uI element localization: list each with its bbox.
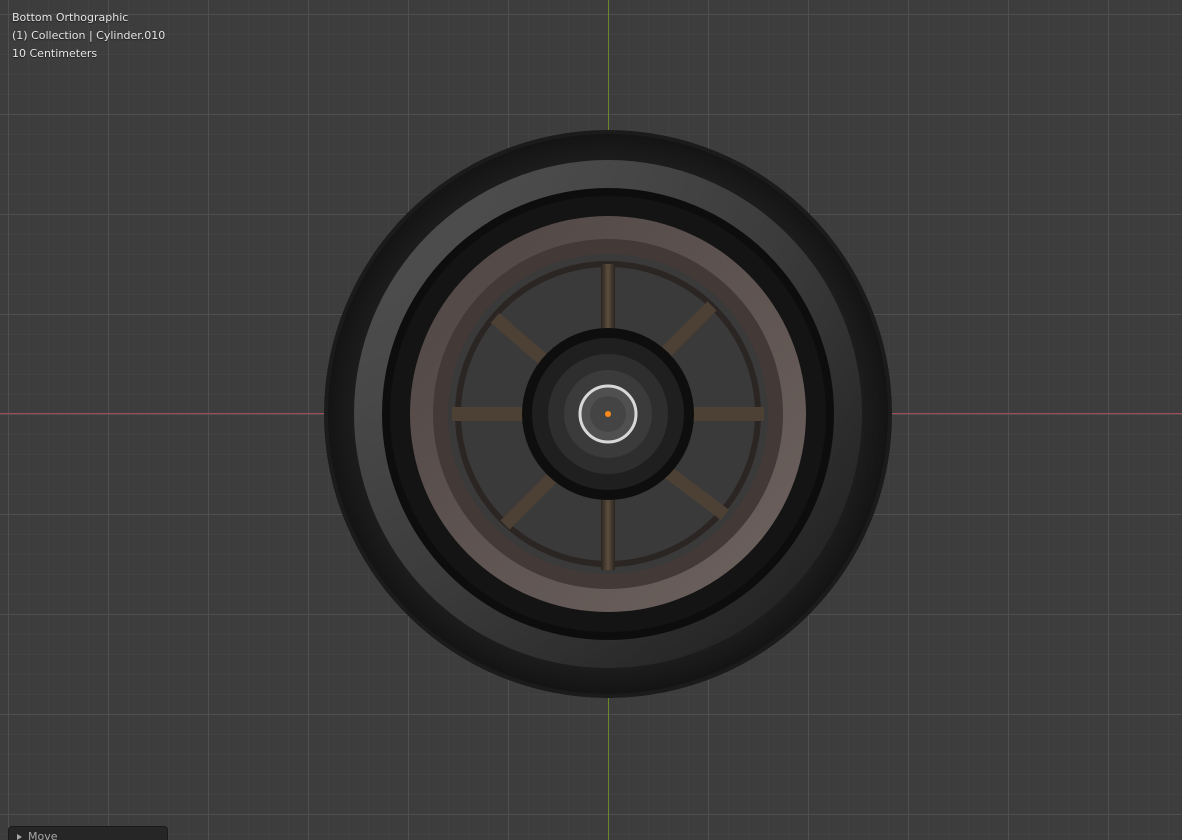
operator-label: Move (28, 830, 58, 840)
viewport-info-overlay: Bottom Orthographic (1) Collection | Cyl… (12, 9, 165, 63)
triangle-right-icon (17, 834, 22, 840)
last-operator-panel[interactable]: Move (8, 826, 168, 840)
collection-object-label: (1) Collection | Cylinder.010 (12, 29, 166, 42)
object-origin-dot (605, 411, 611, 417)
grid-scale-label: 10 Centimeters (12, 47, 98, 60)
wheel-model[interactable] (0, 0, 1182, 840)
view-name-label: Bottom Orthographic (12, 11, 129, 24)
3d-viewport[interactable]: Bottom Orthographic (1) Collection | Cyl… (0, 0, 1182, 840)
